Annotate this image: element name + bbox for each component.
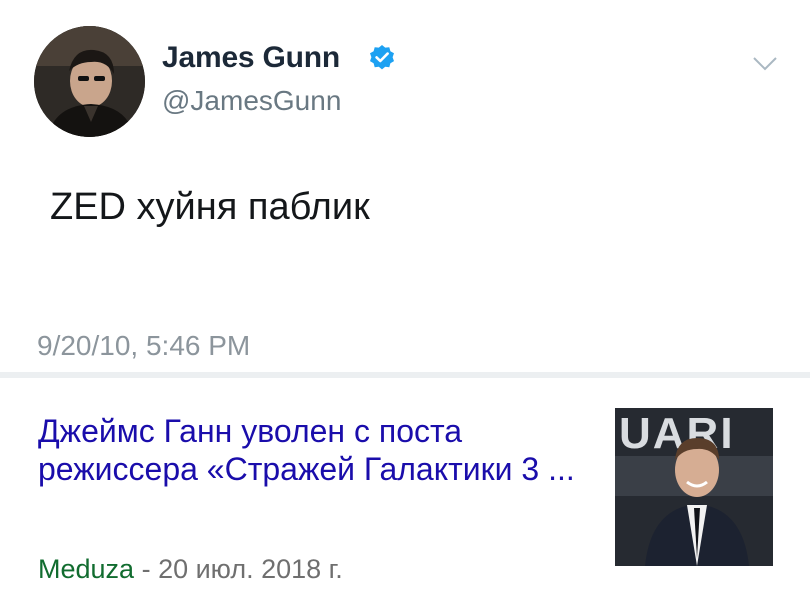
news-date: 20 июл. 2018 г.	[158, 554, 343, 584]
avatar[interactable]	[34, 26, 145, 137]
author-handle[interactable]: @JamesGunn	[162, 85, 341, 117]
news-result-card[interactable]: Джеймс Ганн уволен с поста режиссера «Ст…	[0, 378, 810, 593]
chevron-down-icon[interactable]	[752, 56, 778, 72]
news-headline-link[interactable]: Джеймс Ганн уволен с поста режиссера «Ст…	[38, 412, 578, 488]
author-name[interactable]: James Gunn	[162, 41, 340, 75]
news-source: Meduza	[38, 554, 135, 584]
news-separator: -	[134, 554, 159, 584]
tweet-timestamp[interactable]: 9/20/10, 5:46 PM	[37, 330, 250, 362]
news-meta: Meduza - 20 июл. 2018 г.	[38, 554, 343, 585]
news-thumbnail-photo: UARI	[615, 408, 773, 566]
avatar-photo	[34, 26, 145, 137]
tweet-text: ZED хуйня паблик	[50, 186, 370, 228]
tweet-card: James Gunn @JamesGunn ZED хуйня паблик 9…	[0, 0, 810, 372]
verified-badge-icon	[370, 45, 394, 70]
news-thumbnail[interactable]: UARI	[615, 408, 773, 566]
